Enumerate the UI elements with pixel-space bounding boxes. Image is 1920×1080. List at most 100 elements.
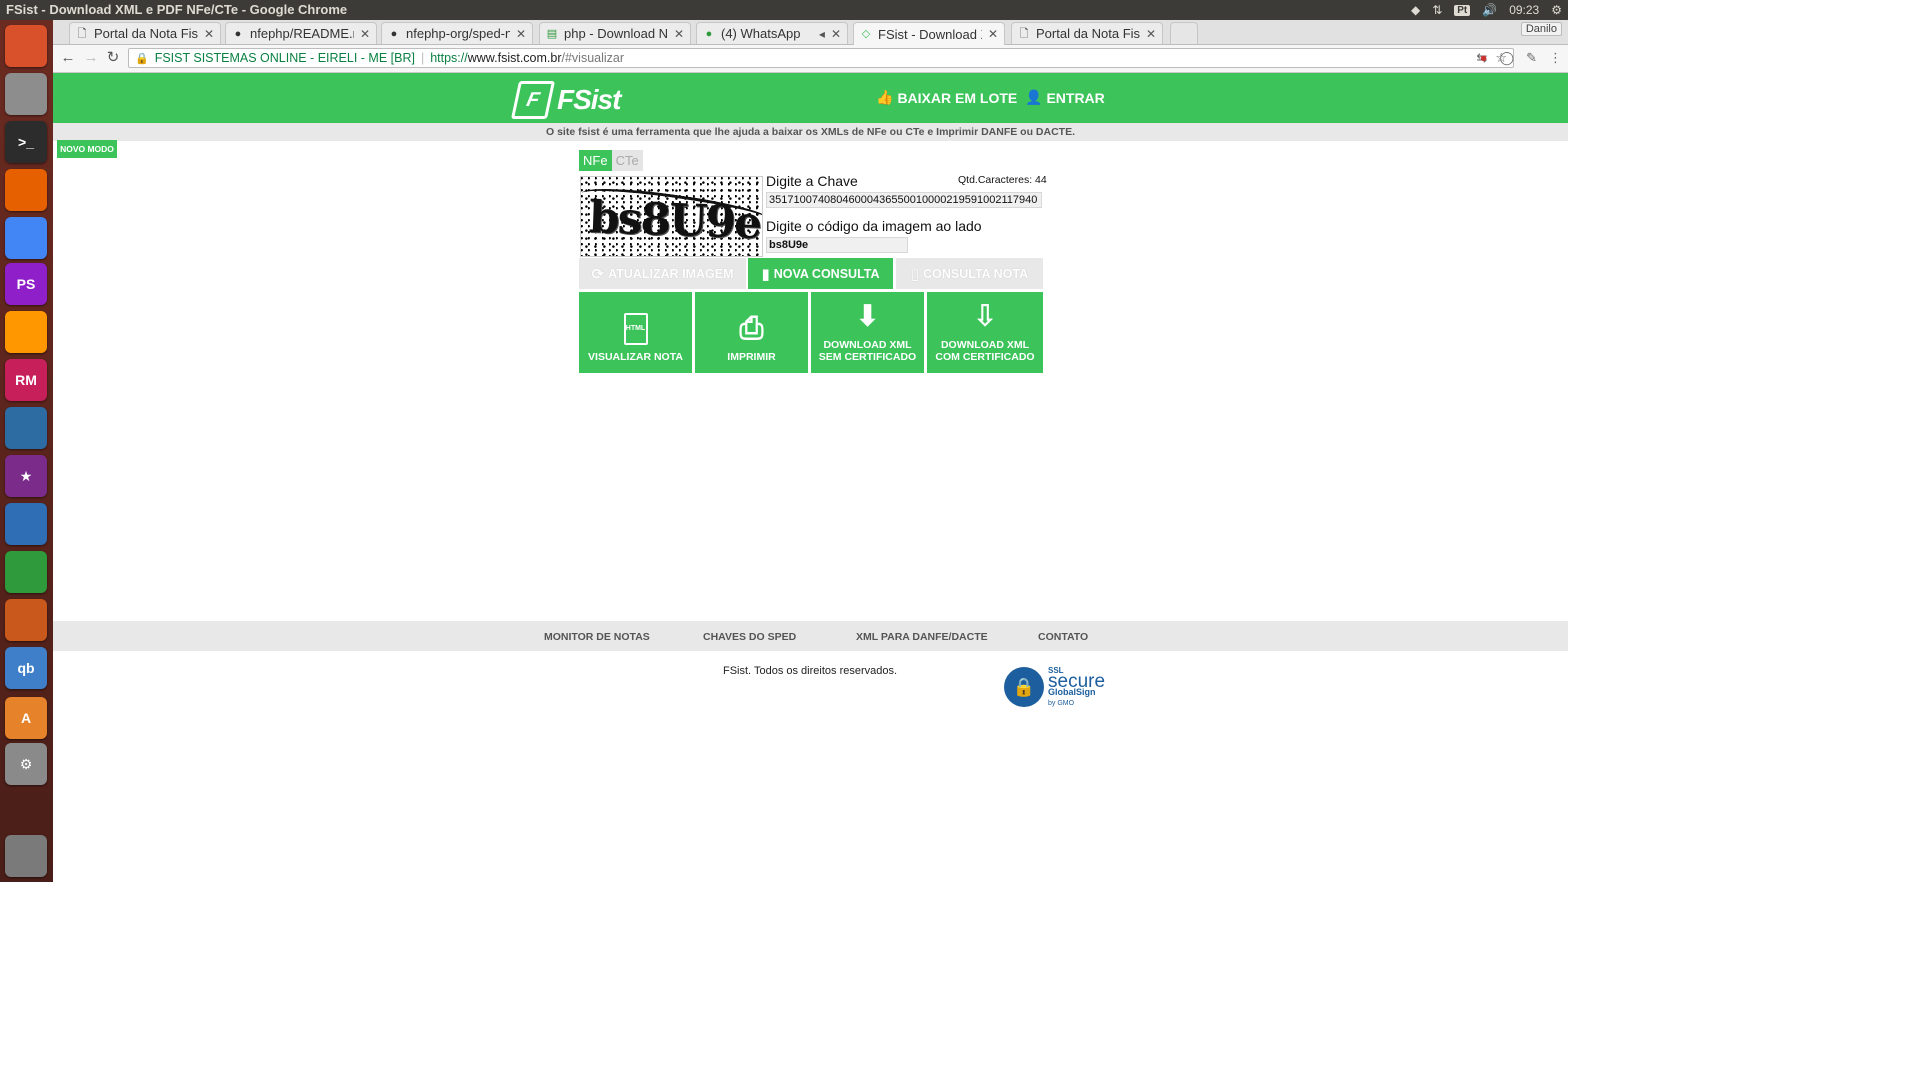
forward-arrow-icon[interactable]: → (82, 49, 100, 67)
captcha-input[interactable]: bs8U9e (766, 237, 908, 253)
stackoverflow-icon: ▤ (546, 27, 558, 40)
with-cert-label: COM CERTIFICADO (935, 351, 1035, 363)
refresh-image-button[interactable]: ⟳ ATUALIZAR IMAGEM (579, 258, 746, 289)
menu-icon[interactable]: ⋮ (1549, 50, 1562, 66)
launcher-trash-icon[interactable] (5, 835, 47, 877)
system-top-panel: FSist - Download XML e PDF NFe/CTe - Goo… (0, 0, 1568, 20)
launcher-sublime-icon[interactable] (5, 311, 47, 353)
network-icon[interactable]: ⇅ (1432, 3, 1442, 17)
launcher-system-settings-icon[interactable]: ⚙ (5, 743, 47, 785)
launcher-phpstorm-icon[interactable]: PS (5, 263, 47, 305)
close-tab-icon[interactable]: ✕ (360, 27, 370, 41)
site-tagline: O site fsist é uma ferramenta que lhe aj… (53, 123, 1568, 141)
footer-link-monitor[interactable]: MONITOR DE NOTAS (544, 631, 650, 643)
session-gear-icon[interactable]: ⚙ (1551, 3, 1562, 17)
volume-icon[interactable]: 🔊 (1482, 3, 1497, 17)
speaker-icon[interactable]: ◂ (819, 27, 825, 41)
extension-circle-icon[interactable]: ◯ (1500, 50, 1515, 66)
tab-nfe[interactable]: NFe (579, 150, 612, 171)
site-logo[interactable]: F FSist (510, 81, 621, 119)
launcher-terminal-icon[interactable]: >_ (5, 121, 47, 163)
access-key-input[interactable]: 3517100740804600043655001000021959100211… (766, 192, 1042, 208)
close-tab-icon[interactable]: ✕ (674, 27, 684, 41)
close-tab-icon[interactable]: ✕ (988, 27, 998, 41)
footer-link-contact[interactable]: CONTATO (1038, 631, 1088, 643)
launcher-rubymine-icon[interactable]: RM (5, 359, 47, 401)
character-count: Qtd.Caracteres: 44 (958, 174, 1047, 186)
tab-fsist[interactable]: ◇ FSist - Download X ✕ (853, 22, 1005, 45)
launcher-files-icon[interactable] (5, 73, 47, 115)
print-button[interactable]: ⎙ IMPRIMIR (695, 292, 808, 373)
download-xml-without-cert-button[interactable]: ⬇ DOWNLOAD XML SEM CERTIFICADO (811, 292, 924, 373)
refresh-image-label: ATUALIZAR IMAGEM (608, 266, 734, 281)
launcher-qbittorrent-icon[interactable]: qb (5, 647, 47, 689)
tab-label: Portal da Nota Fisca (94, 26, 198, 41)
document-icon: 🗋 (1019, 27, 1029, 40)
download-xml-with-cert-button[interactable]: ⇩ DOWNLOAD XML COM CERTIFICADO (927, 292, 1043, 373)
query-note-button[interactable]: ▯ CONSULTA NOTA (896, 258, 1043, 289)
launcher-firefox-icon[interactable] (5, 169, 47, 211)
captcha-image: bs8U9e (580, 176, 763, 257)
close-tab-icon[interactable]: ✕ (204, 27, 214, 41)
tab-php-download[interactable]: ▤ php - Download NF ✕ (539, 22, 691, 44)
new-mode-button[interactable]: NOVO MODO (57, 140, 117, 158)
download-xml-label: DOWNLOAD XML (940, 339, 1030, 351)
launcher-software-center-icon[interactable]: A (5, 697, 47, 739)
github-icon: ● (234, 27, 242, 40)
app-indicator-icon[interactable]: ◆ (1411, 3, 1420, 17)
logo-mark-icon: F (510, 81, 556, 119)
address-separator: | (420, 51, 425, 65)
download-tray-icon: ⇩ (972, 300, 998, 333)
tab-nfephp-readme[interactable]: ● nfephp/README.m ✕ (225, 22, 377, 44)
batch-download-link[interactable]: 👍 BAIXAR EM LOTE (876, 89, 1017, 106)
address-bar[interactable]: 🔒 FSIST SISTEMAS ONLINE - EIRELI - ME [B… (128, 48, 1514, 68)
window-title: FSist - Download XML e PDF NFe/CTe - Goo… (6, 2, 348, 17)
padlock-icon: 🔒 (1004, 667, 1044, 707)
keyboard-layout-indicator[interactable]: Pt (1454, 4, 1471, 16)
close-tab-icon[interactable]: ✕ (831, 27, 841, 41)
tab-nfephp-sped[interactable]: ● nfephp-org/sped-n ✕ (381, 22, 533, 44)
clock[interactable]: 09:23 (1509, 3, 1539, 17)
close-tab-icon[interactable]: ✕ (516, 27, 526, 41)
eyedropper-icon[interactable]: ✎ (1526, 50, 1537, 66)
reload-icon[interactable]: ↻ (104, 49, 122, 67)
tab-label: php - Download NF (564, 26, 668, 41)
copyright-text: FSist. Todos os direitos reservados. (723, 665, 898, 677)
launcher-writer-icon[interactable] (5, 503, 47, 545)
close-tab-icon[interactable]: ✕ (1146, 27, 1156, 41)
profile-button[interactable]: Danilo (1520, 22, 1562, 36)
tab-whatsapp[interactable]: ● (4) WhatsApp ◂ ✕ (696, 22, 848, 44)
tab-portal-nota-fiscal-1[interactable]: 🗋 Portal da Nota Fisca ✕ (69, 22, 221, 44)
footer-link-xml-danfe[interactable]: XML PARA DANFE/DACTE (856, 631, 988, 643)
refresh-icon: ⟳ (591, 265, 605, 283)
launcher-impress-icon[interactable] (5, 599, 47, 641)
whatsapp-icon: ● (705, 27, 713, 40)
print-label: IMPRIMIR (727, 351, 776, 363)
back-arrow-icon[interactable]: ← (59, 49, 77, 67)
tab-label: nfephp-org/sped-n (406, 26, 510, 41)
tab-label: FSist - Download X (878, 26, 982, 42)
tab-portal-nota-fiscal-2[interactable]: 🗋 Portal da Nota Fisca ✕ (1011, 22, 1163, 44)
ssl-seal[interactable]: 🔒 SSL secure GlobalSign by GMO (1004, 665, 1105, 709)
ssl-by-label: by GMO (1048, 700, 1075, 707)
footer-link-sped-keys[interactable]: CHAVES DO SPED (703, 631, 796, 643)
document-icon: 🗋 (77, 27, 87, 40)
thumbs-up-icon: 👍 (876, 89, 894, 105)
new-tab-button[interactable] (1170, 22, 1198, 44)
extension-icon[interactable]: ● (1480, 50, 1488, 66)
launcher-starred-app-icon[interactable]: ★ (5, 455, 47, 497)
document-icon: ▮ (761, 265, 770, 283)
launcher-mysql-workbench-icon[interactable] (5, 407, 47, 449)
site-header: F FSist 👍 BAIXAR EM LOTE 👤 ENTRAR (53, 73, 1568, 123)
new-query-button[interactable]: ▮ NOVA CONSULTA (748, 258, 893, 289)
launcher-ubuntu-dash-icon[interactable] (5, 25, 47, 67)
launcher-chrome-icon[interactable] (5, 217, 47, 259)
key-label: Digite a Chave (766, 173, 858, 189)
login-link[interactable]: 👤 ENTRAR (1025, 89, 1105, 106)
view-note-button[interactable]: HTML VISUALIZAR NOTA (579, 292, 692, 373)
url-host: www.fsist.com.br (467, 51, 562, 65)
ev-certificate-name[interactable]: FSIST SISTEMAS ONLINE - EIRELI - ME [BR] (155, 51, 415, 65)
tab-cte[interactable]: CTe (612, 150, 643, 171)
tab-label: (4) WhatsApp (721, 26, 801, 41)
launcher-calc-icon[interactable] (5, 551, 47, 593)
